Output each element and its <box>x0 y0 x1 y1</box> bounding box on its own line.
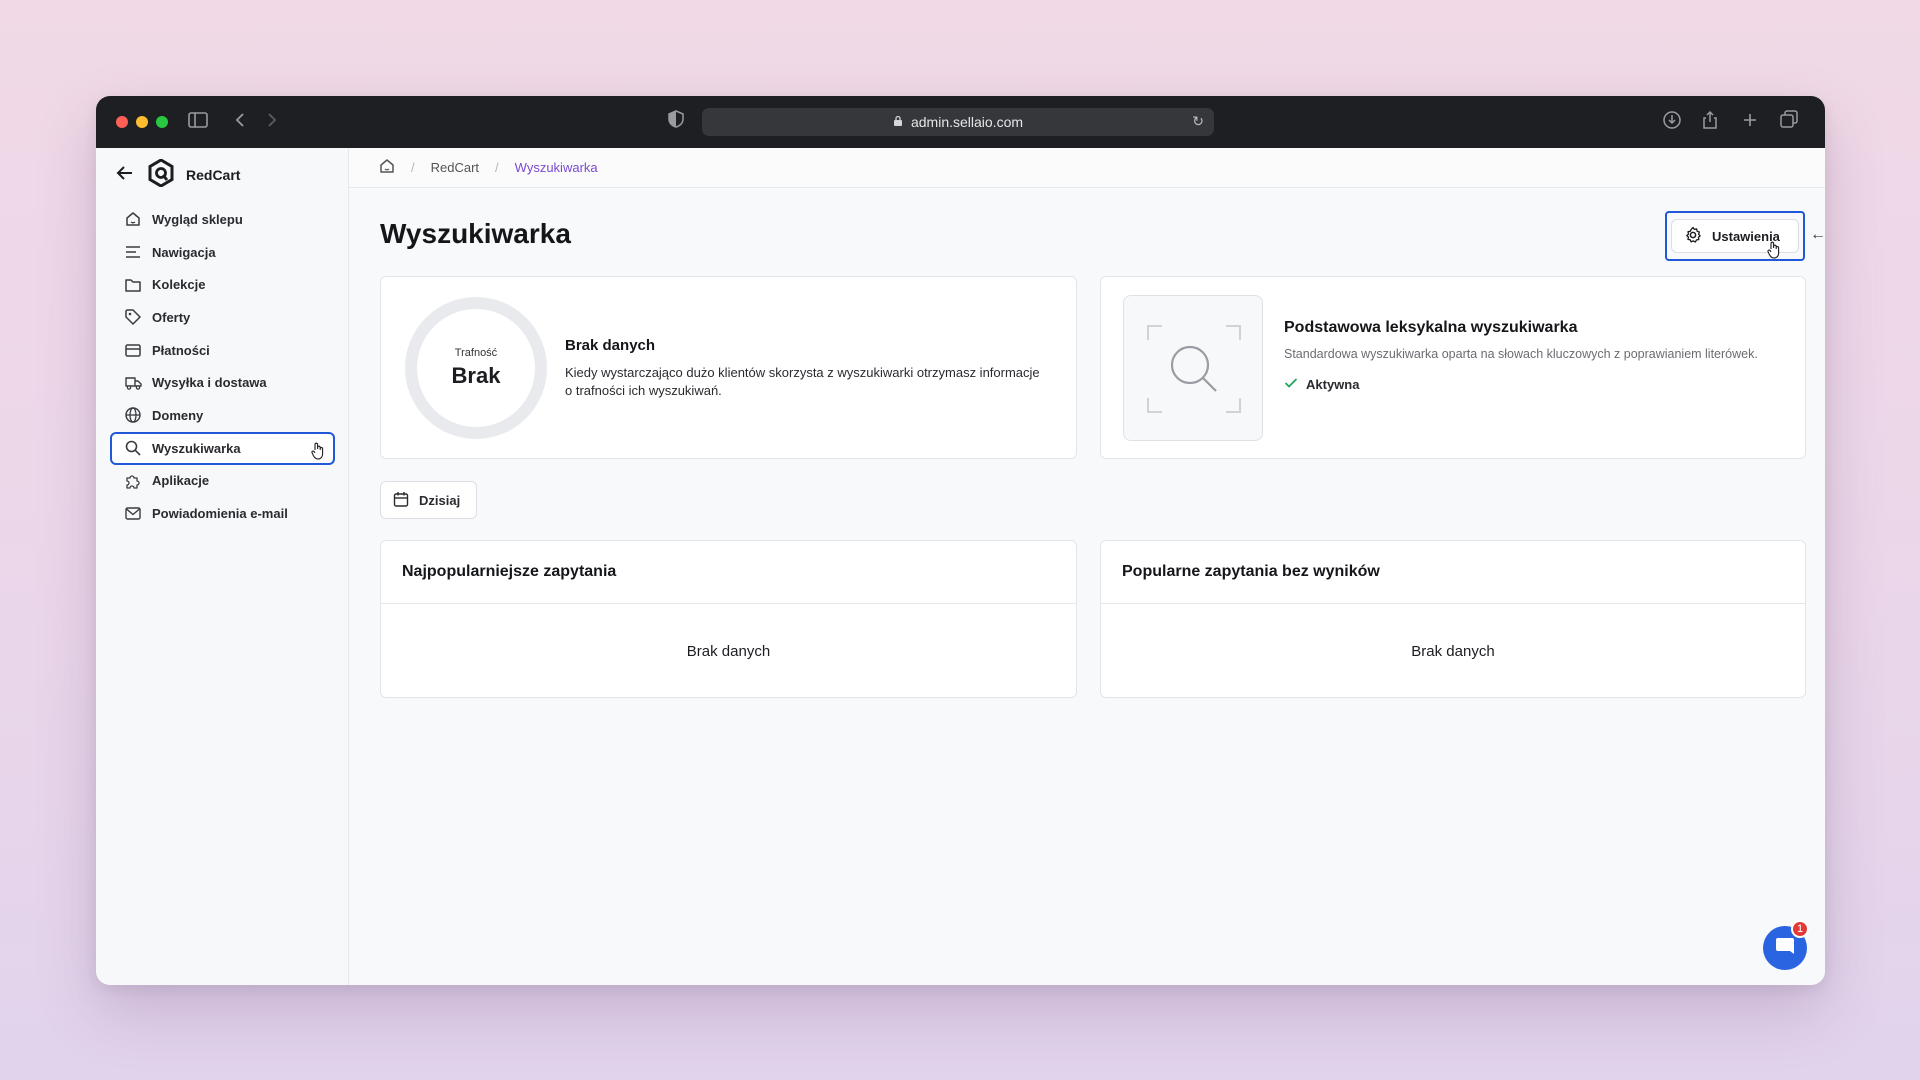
credit-card-icon <box>124 341 142 359</box>
main-content: / RedCart / Wyszukiwarka Wyszukiwarka Us… <box>349 148 1825 985</box>
breadcrumb: / RedCart / Wyszukiwarka <box>349 148 1825 188</box>
breadcrumb-separator: / <box>411 160 415 175</box>
sidebar-item-wyszukiwarka[interactable]: Wyszukiwarka <box>110 431 335 465</box>
sidebar-item-label: Nawigacja <box>152 244 216 260</box>
top-queries-panel: Najpopularniejsze zapytania Brak danych <box>380 540 1077 698</box>
sidebar-item-kolekcje[interactable]: Kolekcje <box>110 268 335 301</box>
sidebar-item-wyglad-sklepu[interactable]: Wygląd sklepu <box>110 203 335 236</box>
page-title: Wyszukiwarka <box>380 218 571 249</box>
check-icon <box>1284 377 1298 392</box>
tag-icon <box>124 308 142 326</box>
search-engine-description: Standardowa wyszukiwarka oparta na słowa… <box>1284 347 1758 361</box>
relevance-ring: Trafność Brak <box>405 297 547 439</box>
folder-icon <box>124 276 142 294</box>
globe-icon <box>124 406 142 424</box>
gear-icon <box>1684 226 1702 247</box>
minimize-window-button[interactable] <box>136 116 148 128</box>
panel-empty-state: Brak danych <box>1411 642 1495 660</box>
sidebar: RedCart Wygląd sklepu Nawigacja Kolekcje… <box>96 148 349 985</box>
new-tab-icon[interactable] <box>1742 110 1758 134</box>
search-icon <box>124 439 142 457</box>
forward-nav-icon[interactable] <box>266 110 278 134</box>
home-icon[interactable] <box>379 158 395 177</box>
mail-icon <box>124 505 142 523</box>
address-bar[interactable]: admin.sellaio.com ↻ <box>702 108 1214 136</box>
sidebar-nav: Wygląd sklepu Nawigacja Kolekcje Oferty … <box>110 203 335 530</box>
relevance-value: Brak <box>451 363 501 388</box>
tabs-overview-icon[interactable] <box>1780 110 1798 134</box>
sidebar-item-label: Aplikacje <box>152 473 210 489</box>
shield-privacy-icon[interactable] <box>668 110 684 134</box>
sidebar-item-label: Oferty <box>152 309 191 325</box>
relevance-label: Trafność <box>454 347 498 359</box>
sidebar-item-label: Powiadomienia e-mail <box>152 506 288 522</box>
date-filter-button[interactable]: Dzisiaj <box>380 481 477 519</box>
relevance-title: Brak danych <box>565 337 656 354</box>
sidebar-item-wysylka[interactable]: Wysyłka i dostawa <box>110 366 335 399</box>
relevance-card: Trafność Brak Brak danych Kiedy wystarcz… <box>380 276 1077 459</box>
home-icon <box>124 210 142 228</box>
sidebar-item-label: Wyszukiwarka <box>152 440 241 456</box>
status-label: Aktywna <box>1306 377 1360 392</box>
annotation-2: ← 2 <box>1810 226 1825 244</box>
store-header: RedCart <box>116 157 241 192</box>
sidebar-item-label: Wygląd sklepu <box>152 211 243 227</box>
sidebar-item-label: Płatności <box>152 342 210 358</box>
sidebar-item-label: Wysyłka i dostawa <box>152 375 267 391</box>
store-logo-icon <box>148 157 174 192</box>
puzzle-icon <box>124 472 142 490</box>
sidebar-item-powiadomienia[interactable]: Powiadomienia e-mail <box>110 497 335 530</box>
back-arrow-icon[interactable] <box>116 164 136 187</box>
back-nav-icon[interactable] <box>234 110 246 134</box>
panel-title: Najpopularniejsze zapytania <box>381 541 1076 604</box>
browser-window: admin.sellaio.com ↻ RedCart Wygląd sklep… <box>96 96 1825 985</box>
sidebar-toggle-icon[interactable] <box>188 110 208 134</box>
url-text: admin.sellaio.com <box>910 114 1024 130</box>
breadcrumb-current: Wyszukiwarka <box>514 160 598 175</box>
sidebar-item-domeny[interactable]: Domeny <box>110 399 335 432</box>
sidebar-item-oferty[interactable]: Oferty <box>110 301 335 334</box>
maximize-window-button[interactable] <box>156 116 168 128</box>
status-badge: Aktywna <box>1284 377 1784 392</box>
share-icon[interactable] <box>1702 110 1718 136</box>
chat-bubble-icon <box>1774 935 1796 962</box>
search-engine-card: Podstawowa leksykalna wyszukiwarka Stand… <box>1100 276 1806 459</box>
store-name: RedCart <box>186 167 241 183</box>
sidebar-item-nawigacja[interactable]: Nawigacja <box>110 236 335 269</box>
relevance-description: Kiedy wystarczająco dużo klientów skorzy… <box>565 365 1040 398</box>
breadcrumb-link-store[interactable]: RedCart <box>431 160 479 175</box>
cursor-pointer-icon <box>1767 241 1781 264</box>
panel-title: Popularne zapytania bez wyników <box>1101 541 1805 604</box>
sidebar-item-label: Domeny <box>152 407 204 423</box>
truck-icon <box>124 374 142 392</box>
search-engine-title: Podstawowa leksykalna wyszukiwarka <box>1284 319 1578 336</box>
notification-badge: 1 <box>1791 920 1809 938</box>
date-filter-label: Dzisiaj <box>419 492 461 508</box>
lock-icon <box>893 114 903 130</box>
close-window-button[interactable] <box>116 116 128 128</box>
sidebar-item-platnosci[interactable]: Płatności <box>110 334 335 367</box>
sidebar-item-aplikacje[interactable]: Aplikacje <box>110 465 335 498</box>
search-engine-thumbnail <box>1123 295 1263 441</box>
calendar-icon <box>393 491 409 510</box>
menu-lines-icon <box>124 243 142 261</box>
arrow-left-icon: ← <box>1810 226 1825 243</box>
settings-highlight: Ustawienia <box>1665 211 1805 261</box>
browser-toolbar: admin.sellaio.com ↻ <box>96 96 1825 148</box>
window-controls <box>116 116 168 128</box>
chat-widget-button[interactable]: 1 <box>1763 920 1809 970</box>
panel-empty-state: Brak danych <box>686 642 771 660</box>
cursor-pointer-icon <box>311 442 325 463</box>
reload-icon[interactable]: ↻ <box>1192 113 1204 130</box>
sidebar-item-label: Kolekcje <box>152 277 206 293</box>
download-icon[interactable] <box>1662 110 1682 136</box>
breadcrumb-separator: / <box>495 160 499 175</box>
no-results-queries-panel: Popularne zapytania bez wyników Brak dan… <box>1100 540 1806 698</box>
